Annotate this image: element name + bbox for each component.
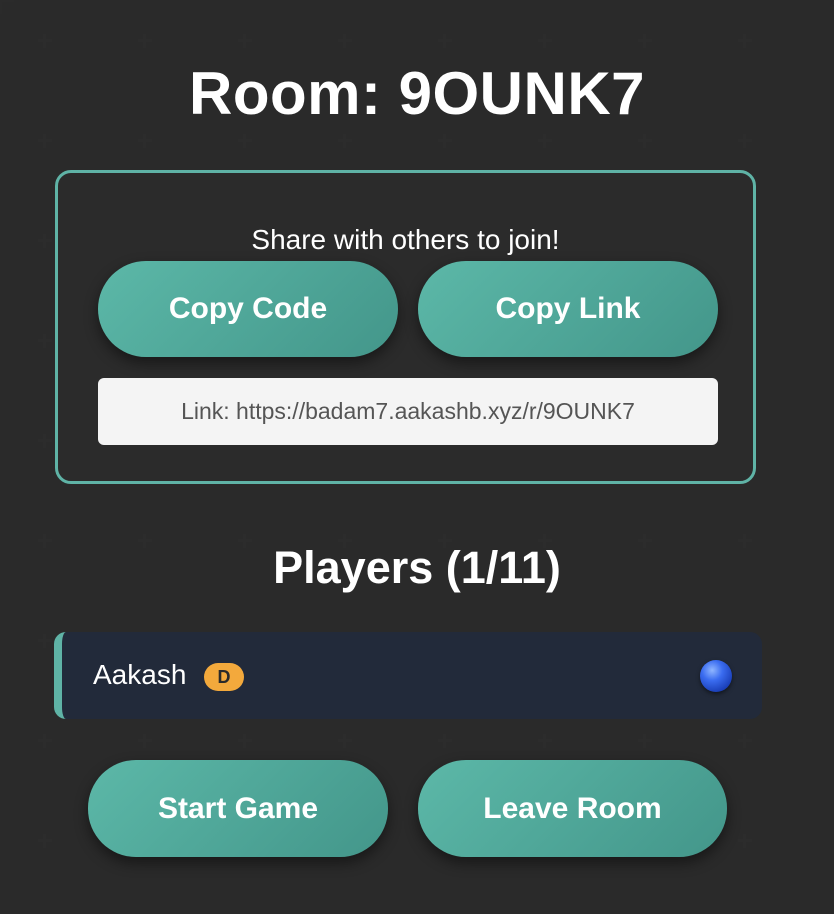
share-prompt: Share with others to join!	[251, 224, 560, 255]
room-title: Room: 9OUNK7	[188, 60, 646, 127]
leave-room-button[interactable]: Leave Room	[418, 760, 727, 857]
copy-link-button[interactable]: Copy Link	[418, 261, 718, 357]
start-game-button[interactable]: Start Game	[88, 760, 388, 857]
status-dot-icon	[700, 660, 732, 692]
player-name: Aakash	[93, 659, 187, 690]
dealer-badge: D	[204, 663, 244, 691]
copy-code-button[interactable]: Copy Code	[98, 261, 398, 357]
share-link-field[interactable]: Link: https://badam7.aakashb.xyz/r/9OUNK…	[98, 378, 718, 445]
players-title: Players (1/11)	[273, 542, 561, 593]
player-row: Aakash D	[54, 632, 762, 719]
share-card: Share with others to join! Copy Code Cop…	[55, 170, 756, 484]
